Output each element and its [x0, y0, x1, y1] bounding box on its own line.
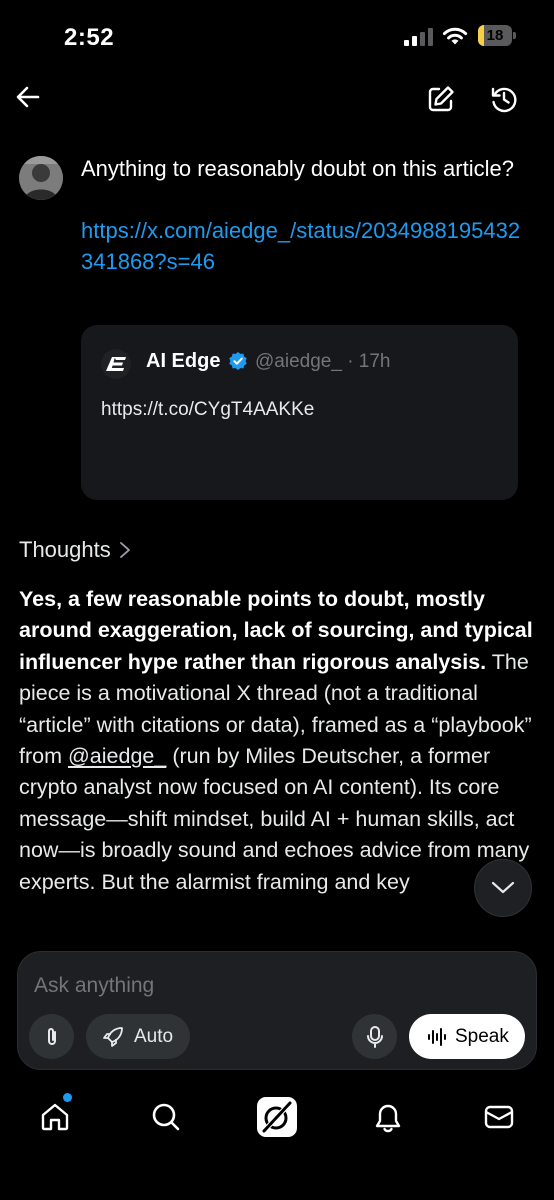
messages-icon: [484, 1105, 514, 1129]
ask-input[interactable]: [34, 974, 514, 998]
tab-messages[interactable]: [477, 1095, 521, 1139]
quoted-post-link[interactable]: https://t.co/CYgT4AAKKe: [101, 399, 314, 421]
chevron-right-icon: [119, 542, 130, 558]
microphone-button[interactable]: [352, 1014, 397, 1059]
voice-waveform-icon: [428, 1027, 446, 1046]
quoted-author-handle: @aiedge_ · 17h: [255, 351, 391, 372]
cellular-signal-icon: [404, 28, 433, 46]
avatar-photo: [19, 156, 63, 200]
quoted-post-card[interactable]: AI Edge @aiedge_ · 17h https://t.co/CYgT…: [81, 325, 518, 500]
home-icon: [41, 1103, 69, 1131]
battery-indicator: 18: [478, 25, 516, 46]
history-icon: [491, 87, 517, 113]
microphone-icon: [366, 1025, 383, 1048]
new-chat-button[interactable]: [421, 79, 461, 119]
mode-label: Auto: [134, 1025, 174, 1047]
speak-button[interactable]: Speak: [409, 1014, 525, 1059]
quoted-author-name: AI Edge: [146, 350, 221, 372]
ai-edge-logo-mark: [106, 357, 126, 371]
attach-button[interactable]: [29, 1014, 74, 1059]
wifi-icon: [442, 27, 468, 45]
verified-badge-icon: [229, 352, 247, 370]
notifications-icon: [375, 1104, 401, 1133]
mode-selector-button[interactable]: Auto: [86, 1014, 190, 1059]
user-avatar[interactable]: [19, 156, 63, 200]
home-notification-dot: [63, 1093, 72, 1102]
speak-label: Speak: [455, 1025, 509, 1047]
user-message-text: Anything to reasonably doubt on this art…: [81, 156, 514, 181]
paperclip-icon: [47, 1027, 56, 1045]
user-message: Anything to reasonably doubt on this art…: [81, 153, 521, 277]
answer-bold-summary: Yes, a few reasonable points to doubt, m…: [19, 587, 533, 674]
thoughts-label: Thoughts: [19, 537, 111, 562]
composer: Auto Speak: [17, 951, 537, 1070]
scroll-down-button[interactable]: [474, 859, 532, 917]
history-button[interactable]: [484, 79, 524, 119]
mention-link[interactable]: @aiedge_: [68, 744, 166, 768]
assistant-answer: Yes, a few reasonable points to doubt, m…: [19, 584, 539, 934]
back-button[interactable]: [8, 77, 48, 117]
tab-search[interactable]: [144, 1095, 188, 1139]
tab-grok[interactable]: [255, 1095, 299, 1139]
status-bar: 2:52 18: [0, 0, 554, 70]
edit-icon: [428, 86, 454, 112]
article-link[interactable]: https://x.com/aiedge_/status/20349881954…: [81, 215, 521, 277]
ai-edge-logo: [101, 349, 131, 379]
thoughts-toggle[interactable]: Thoughts: [19, 537, 131, 563]
bottom-tab-bar: [0, 1085, 554, 1150]
grok-icon: [257, 1097, 297, 1137]
tab-home[interactable]: [33, 1095, 77, 1139]
rocket-icon: [103, 1026, 123, 1047]
chevron-down-icon: [491, 881, 515, 894]
status-time: 2:52: [64, 24, 115, 51]
arrow-left-icon: [16, 86, 40, 108]
search-icon: [152, 1103, 180, 1131]
battery-level: 18: [486, 27, 504, 44]
tab-notifications[interactable]: [366, 1095, 410, 1139]
